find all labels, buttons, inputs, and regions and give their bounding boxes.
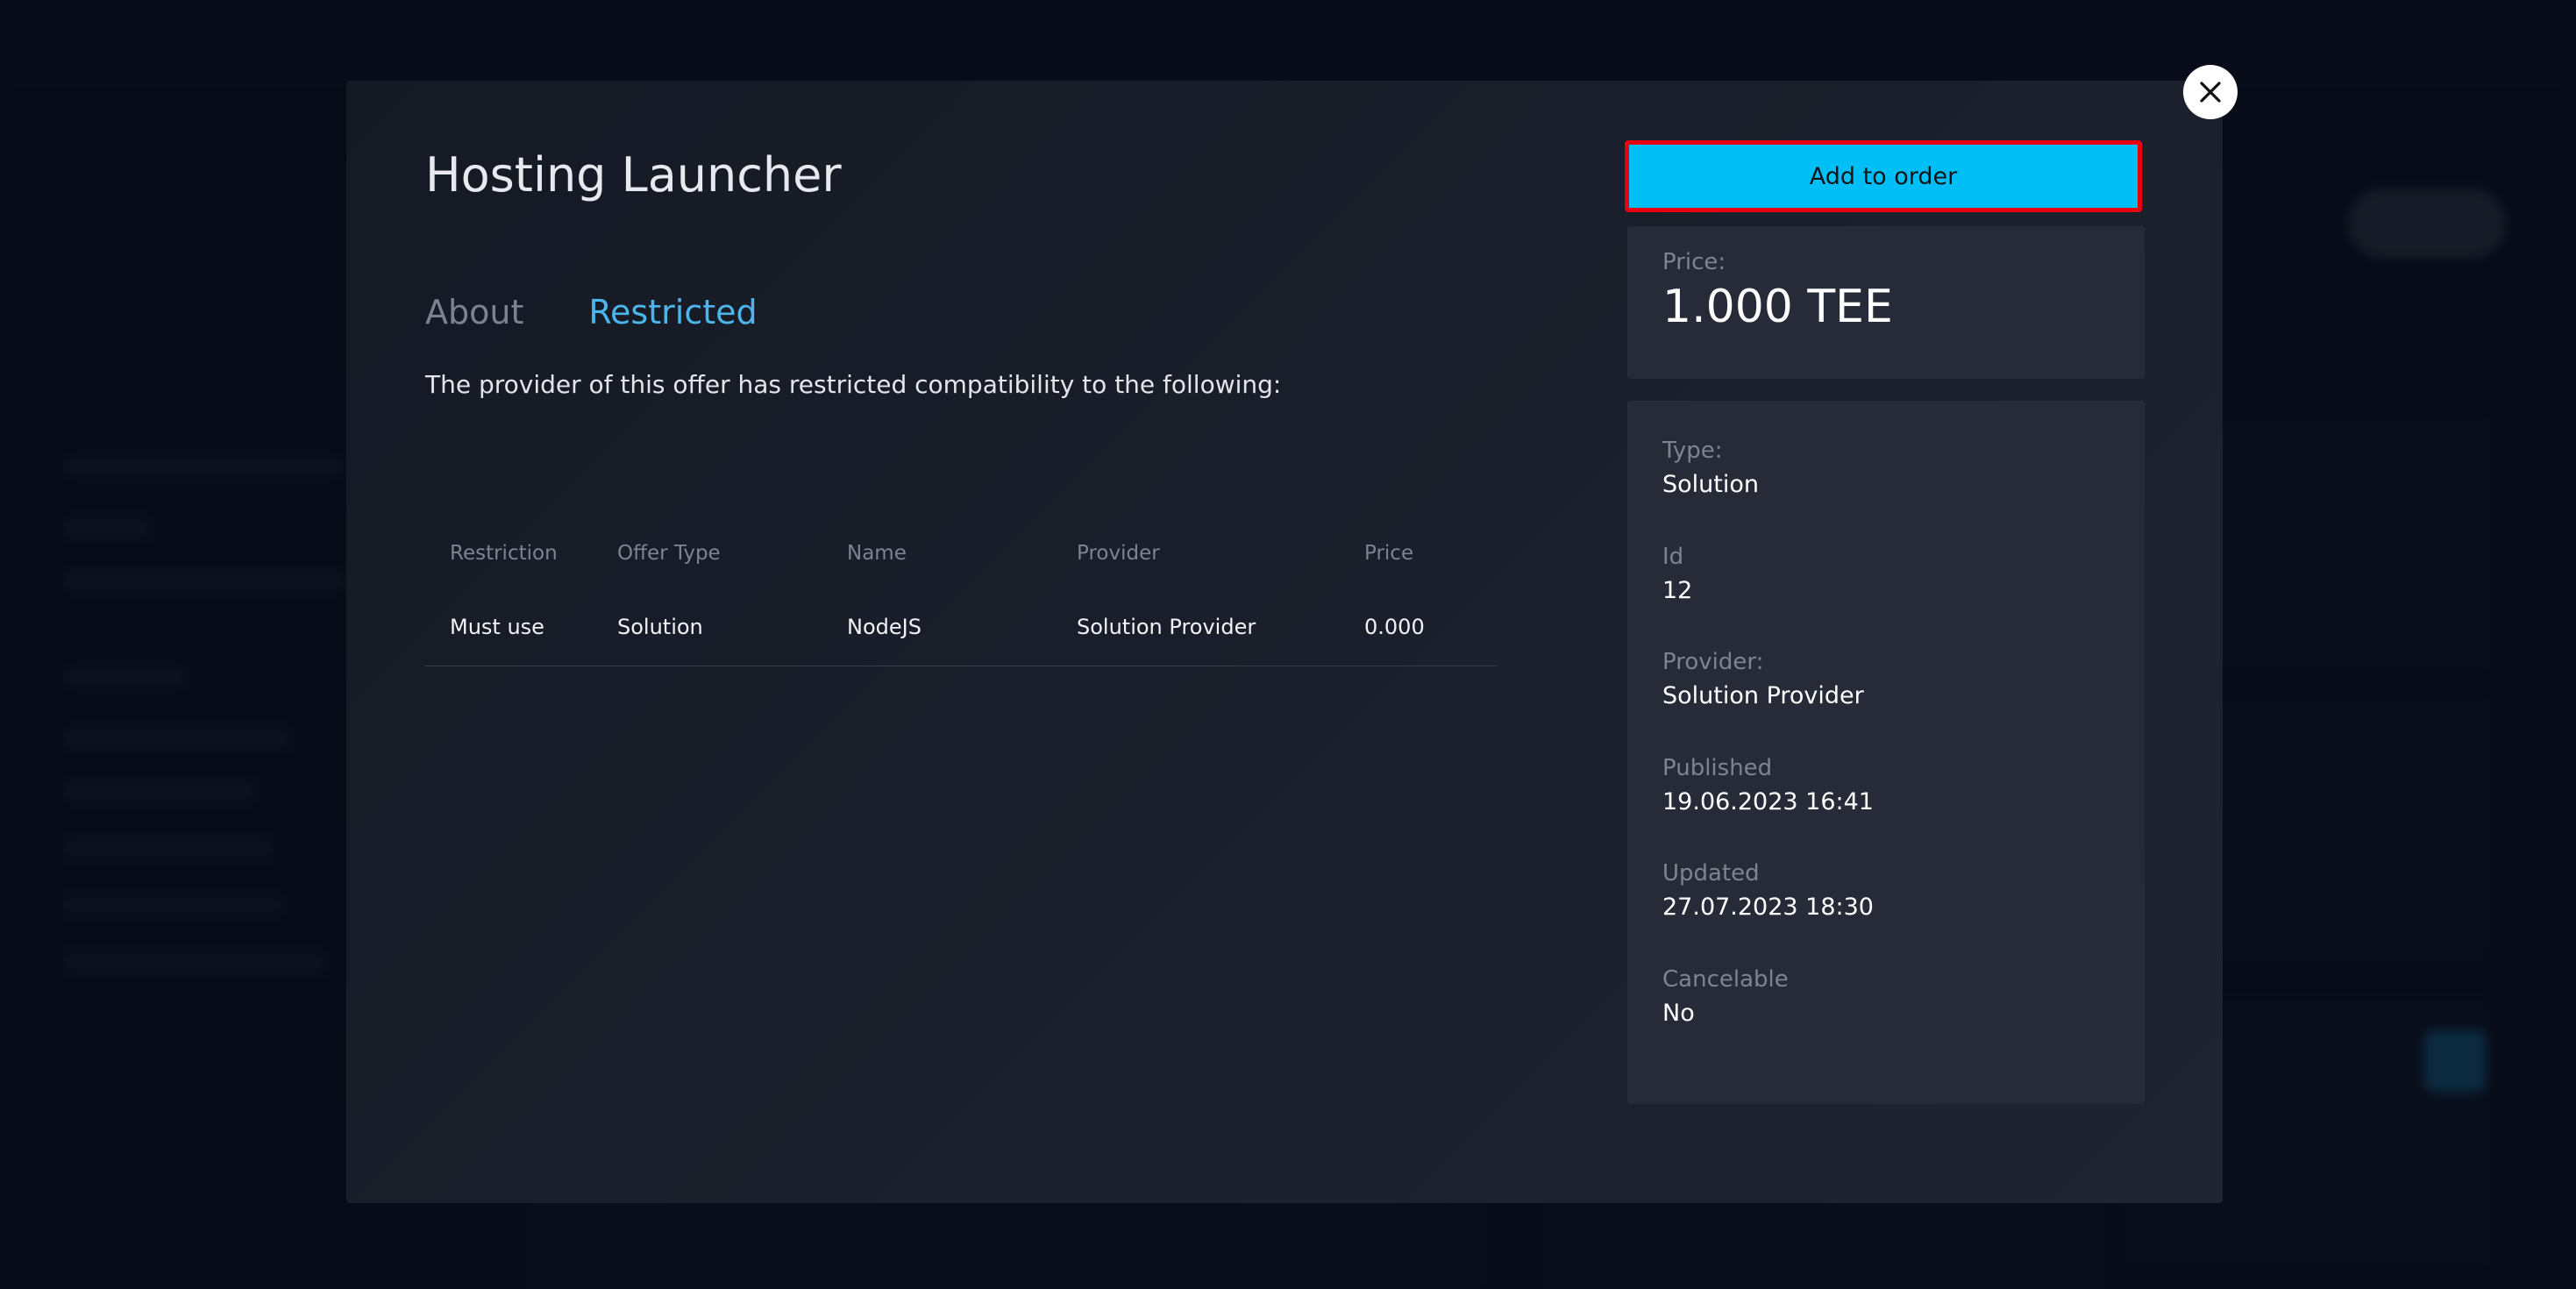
detail-type: Type: Solution	[1662, 438, 1759, 498]
detail-id: Id 12	[1662, 544, 1692, 604]
price-label: Price:	[1662, 249, 1726, 275]
detail-value: 19.06.2023 16:41	[1662, 788, 1874, 815]
cell-restriction: Must use	[450, 614, 544, 639]
detail-value: 12	[1662, 577, 1693, 604]
table-header: Restriction Offer Type Name Provider Pri…	[425, 519, 1497, 588]
detail-value: No	[1662, 1000, 1695, 1027]
column-header-restriction: Restriction	[450, 542, 558, 565]
close-button[interactable]	[2183, 65, 2238, 119]
offer-modal: Hosting Launcher About Restricted The pr…	[346, 81, 2223, 1203]
modal-title: Hosting Launcher	[425, 147, 842, 203]
detail-published: Published 19.06.2023 16:41	[1662, 755, 1874, 815]
detail-label: Type:	[1662, 438, 1723, 464]
column-header-offer-type: Offer Type	[617, 542, 721, 565]
detail-value: Solution	[1662, 471, 1759, 498]
detail-value: Solution Provider	[1662, 682, 1864, 709]
detail-label: Published	[1662, 755, 1773, 781]
detail-updated: Updated 27.07.2023 18:30	[1662, 860, 1874, 921]
detail-label: Provider:	[1662, 649, 1764, 675]
close-icon	[2200, 82, 2221, 103]
detail-label: Cancelable	[1662, 966, 1789, 993]
column-header-price: Price	[1364, 542, 1414, 565]
cell-price: 0.000	[1364, 614, 1425, 639]
price-value: 1.000 TEE	[1662, 281, 1893, 333]
column-header-name: Name	[847, 542, 907, 565]
tab-about[interactable]: About	[425, 293, 523, 331]
detail-value: 27.07.2023 18:30	[1662, 894, 1874, 921]
price-panel: Price: 1.000 TEE	[1627, 226, 2145, 379]
detail-provider: Provider: Solution Provider	[1662, 649, 1864, 709]
tab-restricted[interactable]: Restricted	[588, 293, 757, 331]
details-panel: Type: Solution Id 12 Provider: Solution …	[1627, 401, 2145, 1104]
detail-label: Id	[1662, 544, 1684, 570]
restrictions-table: Restriction Offer Type Name Provider Pri…	[425, 519, 1497, 666]
detail-label: Updated	[1662, 860, 1760, 887]
column-header-provider: Provider	[1077, 542, 1160, 565]
cell-name: NodeJS	[847, 614, 922, 639]
cell-offer-type: Solution	[617, 614, 703, 639]
add-to-order-button[interactable]: Add to order	[1625, 140, 2142, 212]
cell-provider: Solution Provider	[1077, 614, 1256, 639]
detail-cancelable: Cancelable No	[1662, 966, 1789, 1027]
tab-bar: About Restricted	[425, 293, 758, 331]
table-row[interactable]: Must use Solution NodeJS Solution Provid…	[425, 588, 1497, 666]
restriction-intro-text: The provider of this offer has restricte…	[425, 370, 1282, 399]
